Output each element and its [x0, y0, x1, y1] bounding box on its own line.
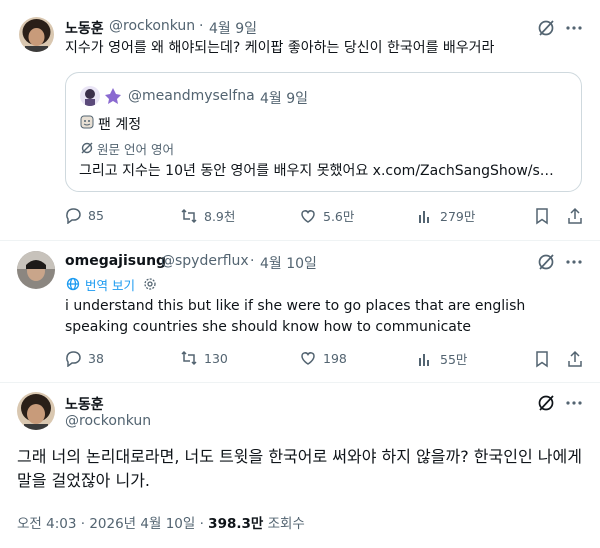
views-count: 55만	[440, 352, 468, 367]
heart-icon	[301, 352, 315, 365]
grok-icon[interactable]	[536, 252, 556, 272]
reply-count: 38	[88, 350, 104, 366]
quote-handle: @meandmyselfna	[128, 88, 255, 104]
reply-button[interactable]: 85	[64, 206, 104, 224]
translate-globe-icon[interactable]	[66, 276, 80, 291]
heart-icon	[301, 209, 315, 223]
repost-icon	[181, 208, 197, 223]
more-icon[interactable]	[564, 18, 584, 38]
reply-count: 85	[88, 207, 104, 223]
quote-avatar	[80, 86, 100, 106]
timestamp[interactable]: 오전 4:03 · 2026년 4월 10일 ·	[17, 516, 208, 532]
repost-count: 8.9천	[204, 209, 236, 224]
like-button[interactable]: 198	[299, 349, 347, 367]
author-handle[interactable]: @rockonkun	[109, 18, 195, 34]
like-count: 5.6만	[323, 209, 355, 224]
tweet-text: 지수가 영어를 왜 해야되는데? 케이팝 좋아하는 당신이 한국어를 배우거라	[65, 40, 495, 56]
view-count-label: 조회수	[267, 516, 305, 532]
like-count: 198	[323, 350, 347, 366]
bookmark-icon[interactable]	[533, 207, 551, 225]
avatar[interactable]	[17, 392, 55, 430]
tweet-text: i understand this but like if she were t…	[65, 298, 526, 335]
reply-icon	[66, 208, 81, 224]
tweet-date[interactable]: 4월 10일	[260, 253, 317, 273]
settings-icon[interactable]	[143, 276, 157, 290]
main-tweet-text: 그래 너의 논리대로라면, 너도 트윗을 한국어로 써와야 하지 않을까? 한국…	[17, 447, 582, 490]
repost-button[interactable]: 8.9천	[180, 206, 235, 225]
views-icon	[419, 210, 429, 223]
grok-icon[interactable]	[536, 393, 556, 413]
author-handle[interactable]: @spyderflux	[161, 253, 249, 269]
fan-account-label: 팬 계정	[98, 117, 142, 133]
translate-icon	[80, 140, 94, 154]
separator-dot: ·	[199, 18, 204, 34]
views-count: 279만	[440, 209, 476, 224]
share-icon[interactable]	[566, 350, 584, 368]
views-button[interactable]: 55만	[416, 349, 467, 368]
avatar[interactable]	[19, 17, 54, 52]
divider	[0, 240, 600, 241]
separator-dot: ·	[250, 253, 255, 269]
author-name[interactable]: omegajisung	[65, 253, 166, 269]
quote-date: 4월 9일	[260, 91, 309, 107]
reply-button[interactable]: 38	[64, 349, 104, 367]
tweet-date[interactable]: 4월 9일	[209, 18, 257, 38]
bookmark-icon[interactable]	[533, 350, 551, 368]
original-language-label: 원문 언어 영어	[97, 142, 174, 157]
author-name[interactable]: 노동훈	[65, 18, 104, 38]
grok-icon[interactable]	[536, 18, 556, 38]
view-count: 398.3만	[208, 516, 264, 532]
author-name[interactable]: 노동훈	[65, 394, 104, 414]
quote-text: 그리고 지수는 10년 동안 영어를 배우지 못했어요 x.com/ZachSa…	[79, 163, 554, 179]
translate-link[interactable]: 번역 보기	[85, 275, 135, 294]
repost-count: 130	[204, 350, 228, 366]
views-icon	[419, 353, 429, 366]
author-handle[interactable]: @rockonkun	[65, 413, 151, 429]
share-icon[interactable]	[566, 207, 584, 225]
divider	[0, 382, 600, 383]
like-button[interactable]: 5.6만	[299, 206, 354, 225]
repost-button[interactable]: 130	[180, 349, 228, 367]
avatar[interactable]	[17, 251, 55, 289]
fan-account-icon	[79, 114, 95, 130]
timestamp-row: 오전 4:03 · 2026년 4월 10일 · 398.3만 조회수	[17, 512, 305, 532]
more-icon[interactable]	[564, 252, 584, 272]
separator-dot: ·	[250, 88, 255, 104]
more-icon[interactable]	[564, 393, 584, 413]
views-button[interactable]: 279만	[416, 206, 475, 225]
quote-emoji-icon	[104, 87, 122, 105]
reply-icon	[66, 351, 81, 367]
repost-icon	[181, 350, 197, 366]
